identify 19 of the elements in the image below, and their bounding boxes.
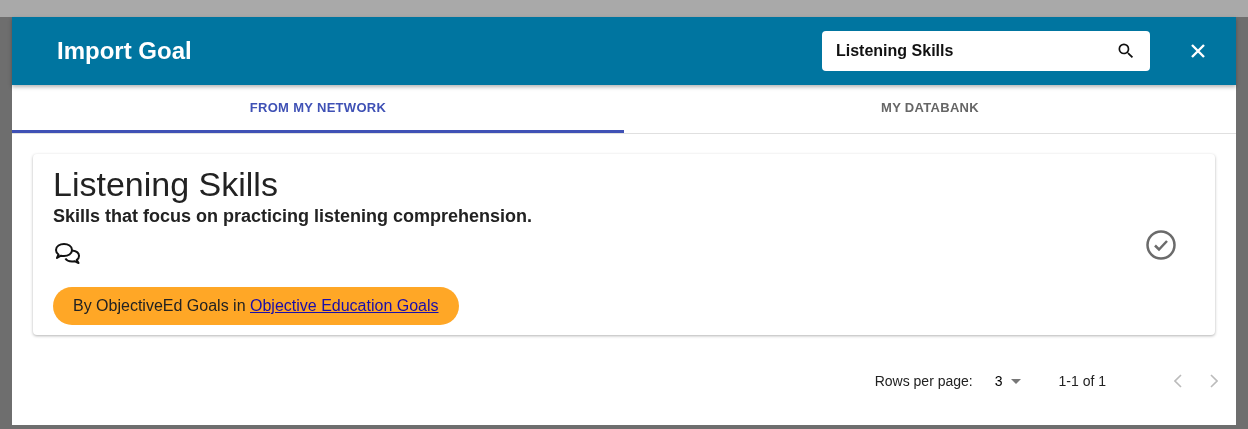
chevron-left-icon (1174, 374, 1182, 388)
chevron-right-icon (1210, 374, 1218, 388)
search-field[interactable]: Listening Skills (822, 31, 1150, 71)
tab[interactable]: FROM MY NETWORK (12, 85, 624, 133)
goal-title: Listening Skills (53, 164, 278, 204)
close-icon (1190, 43, 1206, 59)
goal-card[interactable]: Listening Skills Skills that focus on practicing listening comprehension. By ObjectiveEd Goals in Objective Education Goals (33, 154, 1215, 335)
search-icon (1116, 41, 1136, 61)
chat-bubbles-icon[interactable] (53, 241, 83, 265)
dialog-title: Import Goal (57, 37, 193, 65)
check-circle-icon[interactable] (1145, 228, 1177, 261)
page-range: 1-1 of 1 (1058, 373, 1106, 389)
dropdown-caret-icon (1010, 378, 1021, 384)
rows-per-page-select[interactable]: 3 (994, 373, 1021, 389)
source-link[interactable]: Objective Education Goals (250, 297, 439, 314)
goal-description: Skills that focus on practicing listening comprehension. (53, 206, 533, 227)
tab[interactable]: MY DATABANK (624, 85, 1236, 133)
rows-per-page-label: Rows per page: (874, 373, 973, 389)
source-tag: By ObjectiveEd Goals in Objective Education Goals (53, 287, 459, 325)
